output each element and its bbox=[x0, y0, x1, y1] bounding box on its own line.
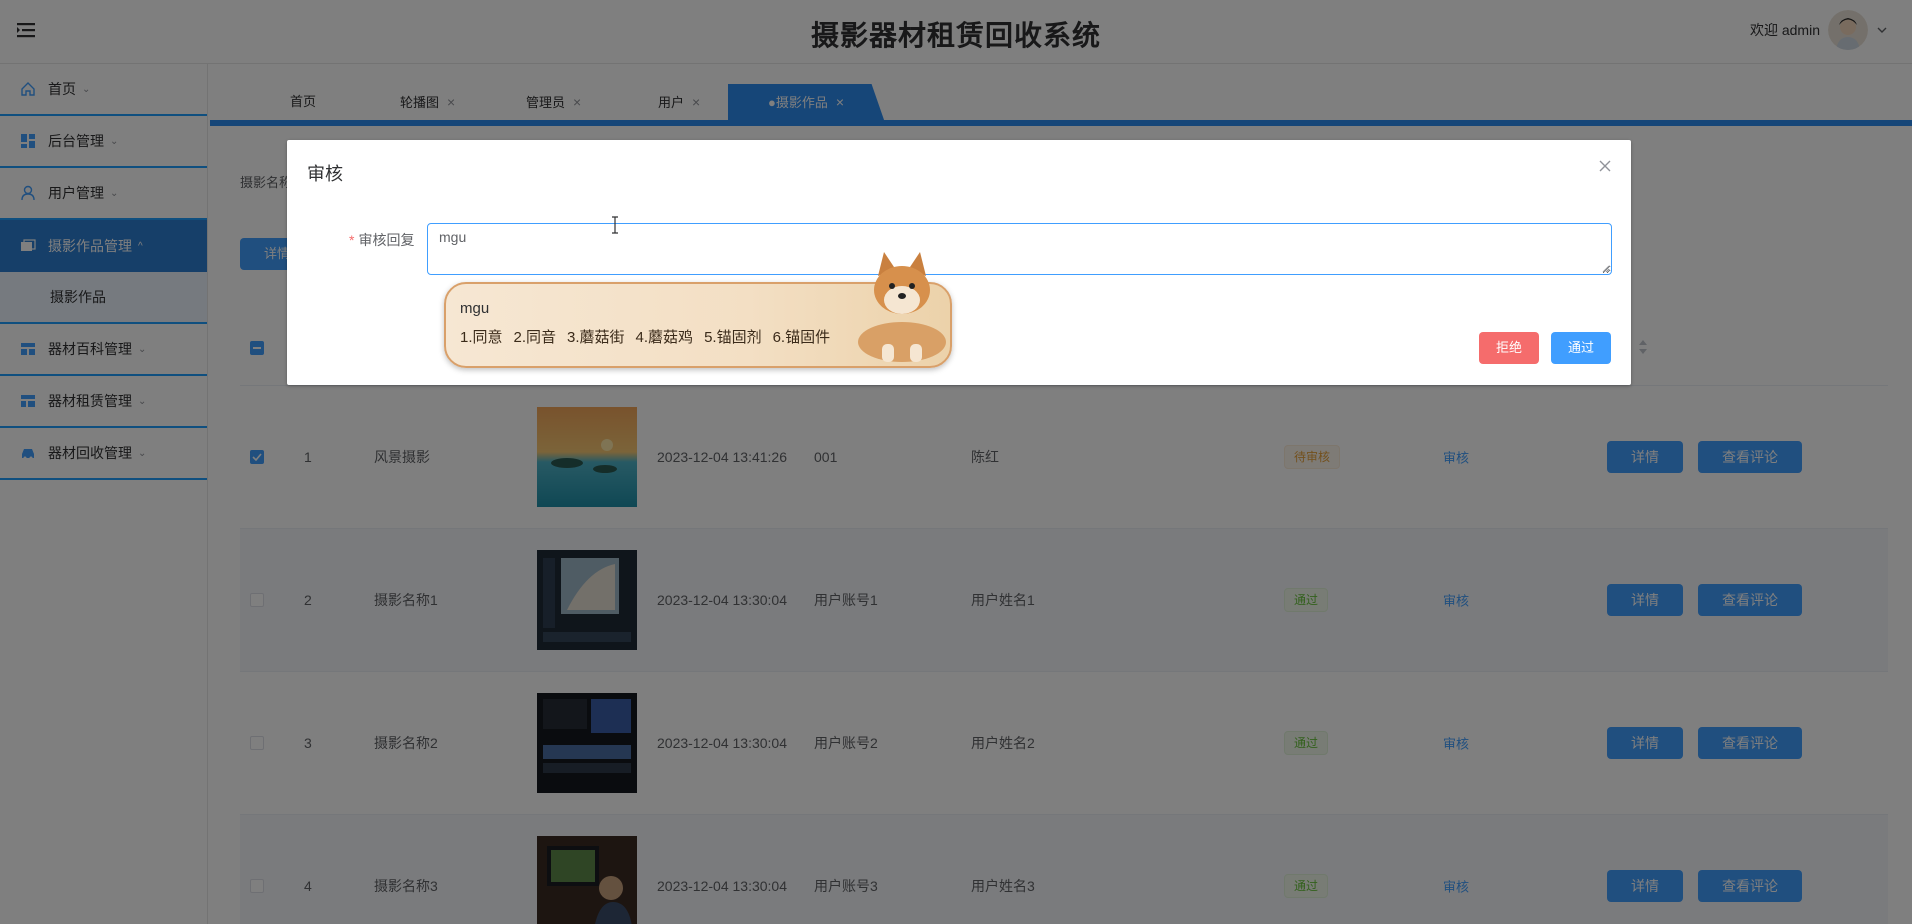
ime-candidate-popup: mgu 1.同意 2.同音 3.蘑菇街 4.蘑菇鸡 5.锚固剂 6.锚固件 bbox=[444, 252, 952, 368]
dialog-title: 审核 bbox=[307, 164, 343, 184]
close-icon[interactable] bbox=[1597, 158, 1613, 174]
ime-candidate[interactable]: 1.同意 bbox=[460, 326, 503, 347]
ime-candidate[interactable]: 6.锚固件 bbox=[773, 326, 831, 347]
text-cursor-icon bbox=[612, 216, 618, 234]
resize-handle-icon[interactable] bbox=[1602, 265, 1610, 273]
required-mark: * bbox=[349, 232, 355, 248]
field-label-text: 审核回复 bbox=[358, 232, 415, 248]
ime-candidate-list: 1.同意 2.同音 3.蘑菇街 4.蘑菇鸡 5.锚固剂 6.锚固件 bbox=[460, 326, 830, 347]
review-reply-label: * 审核回复 bbox=[349, 230, 414, 250]
approve-button[interactable]: 通过 bbox=[1551, 332, 1611, 364]
review-reply-textarea[interactable] bbox=[427, 223, 1612, 275]
ime-candidate[interactable]: 2.同音 bbox=[514, 326, 557, 347]
modal-overlay[interactable] bbox=[0, 0, 1912, 924]
shiba-dog-skin-icon bbox=[858, 252, 946, 362]
ime-candidate[interactable]: 3.蘑菇街 bbox=[567, 326, 625, 347]
ime-candidate[interactable]: 5.锚固剂 bbox=[704, 326, 762, 347]
ime-composition: mgu bbox=[460, 300, 490, 317]
ime-candidate[interactable]: 4.蘑菇鸡 bbox=[636, 326, 694, 347]
reject-button[interactable]: 拒绝 bbox=[1479, 332, 1539, 364]
